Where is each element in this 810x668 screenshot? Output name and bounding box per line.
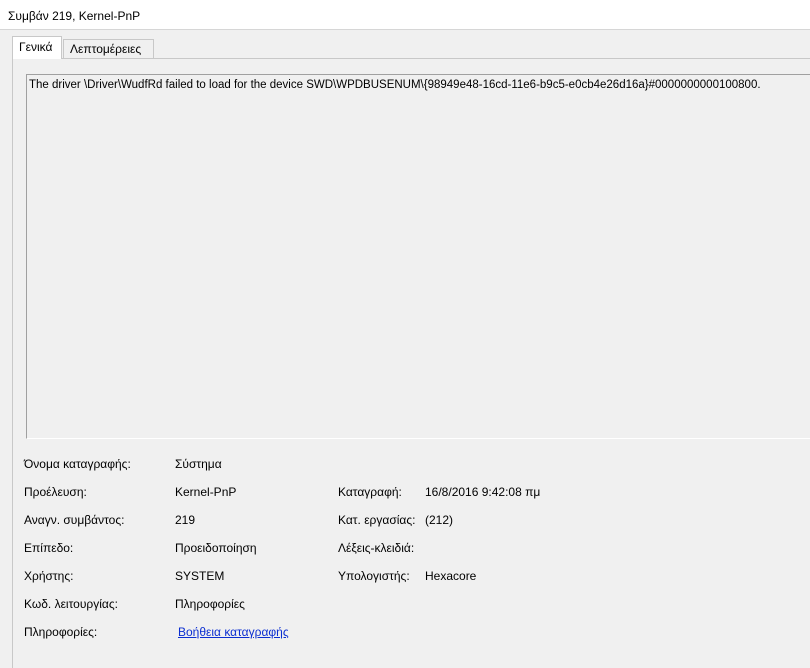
event-id-value: 219 bbox=[175, 513, 196, 527]
user-label: Χρήστης: bbox=[24, 569, 74, 583]
window-titlebar: Συμβάν 219, Kernel-PnP bbox=[0, 0, 810, 30]
keywords-label: Λέξεις-κλειδιά: bbox=[338, 541, 415, 555]
source-value: Kernel-PnP bbox=[175, 485, 237, 499]
task-category-value: (212) bbox=[425, 513, 454, 527]
event-id-label: Αναγν. συμβάντος: bbox=[24, 513, 125, 527]
source-label: Προέλευση: bbox=[24, 485, 87, 499]
tab-details[interactable]: Λεπτομέρειες bbox=[63, 39, 154, 58]
user-value: SYSTEM bbox=[175, 569, 225, 583]
event-description-text: The driver \Driver\WudfRd failed to load… bbox=[29, 79, 761, 91]
more-info-label: Πληροφορίες: bbox=[24, 625, 98, 639]
logged-label: Καταγραφή: bbox=[338, 485, 402, 499]
event-log-help-link[interactable]: Βοήθεια καταγραφής bbox=[178, 625, 289, 639]
opcode-value: Πληροφορίες bbox=[175, 597, 245, 611]
window-title: Συμβάν 219, Kernel-PnP bbox=[8, 9, 141, 23]
log-name-label: Όνομα καταγραφής: bbox=[24, 457, 131, 471]
logged-value: 16/8/2016 9:42:08 πμ bbox=[425, 485, 541, 499]
computer-label: Υπολογιστής: bbox=[338, 569, 410, 583]
opcode-label: Κωδ. λειτουργίας: bbox=[24, 597, 118, 611]
level-label: Επίπεδο: bbox=[24, 541, 74, 555]
log-name-value: Σύστημα bbox=[175, 457, 222, 471]
task-category-label: Κατ. εργασίας: bbox=[338, 513, 416, 527]
event-description-box[interactable]: The driver \Driver\WudfRd failed to load… bbox=[26, 74, 810, 439]
level-value: Προειδοποίηση bbox=[175, 541, 257, 555]
computer-value: Hexacore bbox=[425, 569, 477, 583]
tab-general[interactable]: Γενικά bbox=[12, 36, 62, 59]
